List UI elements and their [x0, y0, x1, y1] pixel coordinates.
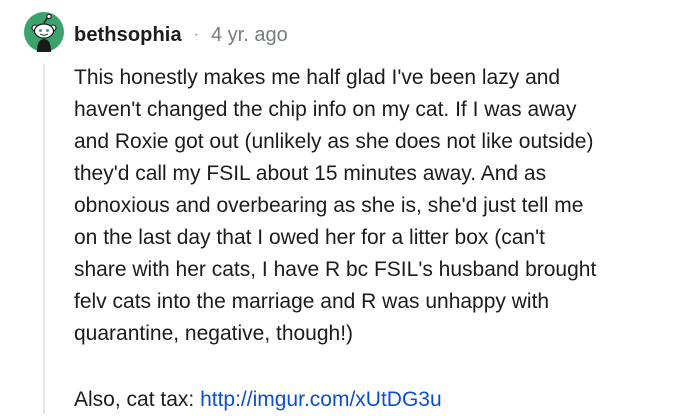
comment-line: and Roxie got out (unlikely as she does … [74, 130, 594, 153]
timestamp[interactable]: 4 yr. ago [211, 24, 288, 47]
comment-line: haven't changed the chip info on my cat.… [74, 98, 577, 121]
separator-dot: · [193, 26, 199, 43]
comment-line: This honestly makes me half glad I've be… [74, 66, 561, 89]
comment-line: felv cats into the marriage and R was un… [74, 290, 550, 313]
thread-line[interactable] [43, 64, 45, 414]
comment-line: share with her cats, I have R bc FSIL's … [74, 258, 597, 281]
comment-footer-paragraph: Also, cat tax: http://imgur.com/xUtDG3u [74, 384, 684, 416]
comment-line: on the last day that I owed her for a li… [74, 226, 545, 249]
comment-header: bethsophia · 4 yr. ago [74, 20, 288, 50]
comment-line: quarantine, negative, though!) [74, 322, 354, 345]
avatar[interactable] [24, 12, 64, 52]
comment-paragraph: This honestly makes me half glad I've be… [74, 62, 684, 350]
username-link[interactable]: bethsophia [74, 24, 182, 47]
imgur-link[interactable]: http://imgur.com/xUtDG3u [200, 388, 442, 411]
cat-tax-label: Also, cat tax: [74, 388, 201, 411]
comment-line: obnoxious and overbearing as she is, she… [74, 194, 584, 217]
reddit-snoo-avatar-icon [24, 12, 64, 52]
comment-body: This honestly makes me half glad I've be… [74, 62, 684, 416]
comment-line: they'd call my FSIL about 15 minutes awa… [74, 162, 547, 185]
